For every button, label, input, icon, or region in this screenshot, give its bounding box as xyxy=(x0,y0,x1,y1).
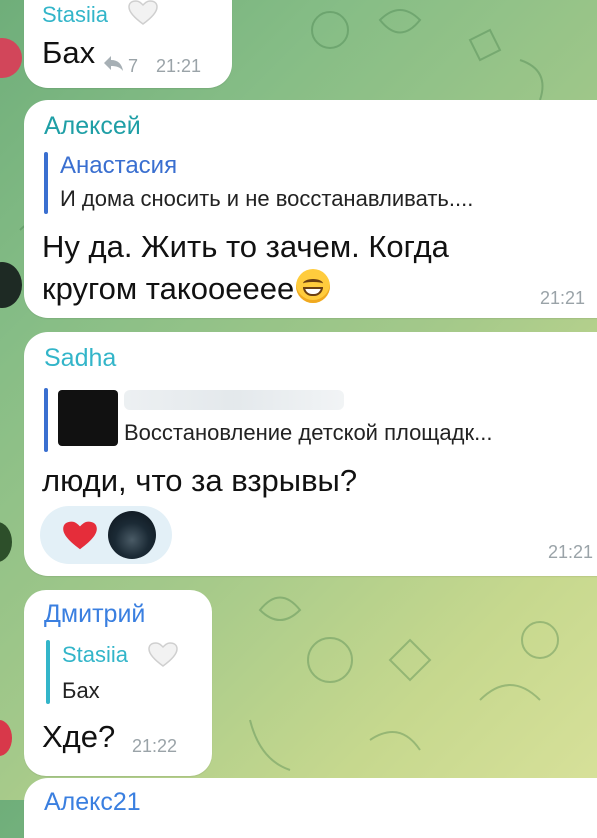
white-heart-icon xyxy=(128,0,158,25)
reply-bar xyxy=(44,388,48,452)
reply-name-blurred xyxy=(124,390,344,410)
message-bubble[interactable]: Алекс21 xyxy=(24,778,597,838)
reply-thumbnail[interactable] xyxy=(58,390,118,446)
reply-text[interactable]: Бах xyxy=(62,678,100,704)
sender-name[interactable]: Дмитрий xyxy=(44,600,145,629)
heart-emoji[interactable] xyxy=(62,520,98,552)
forward-count: 7 xyxy=(128,56,139,76)
message-text: Хде? xyxy=(42,719,116,754)
reply-bar xyxy=(46,640,50,704)
message-bubble[interactable]: Stasiia Бах 7 21:21 xyxy=(24,0,232,88)
reply-text[interactable]: И дома сносить и не восстанавливать.... xyxy=(60,186,473,212)
reply-author[interactable]: Stasiia xyxy=(62,642,128,668)
sender-name[interactable]: Sadha xyxy=(44,344,116,373)
message-text: люди, что за взрывы? xyxy=(42,463,358,498)
message-time: 21:21 xyxy=(156,56,202,76)
message-time: 21:22 xyxy=(132,736,178,756)
sender-name[interactable]: Алекс21 xyxy=(44,788,141,817)
forward-icon xyxy=(104,56,123,71)
message-time: 21:21 xyxy=(548,542,594,562)
grinning-face-emoji xyxy=(296,269,331,303)
message-bubble[interactable]: Алексей Анастасия И дома сносить и не во… xyxy=(24,100,597,318)
reply-author[interactable]: Анастасия xyxy=(60,152,177,180)
message-time: 21:21 xyxy=(540,288,586,308)
message-text-line: кругом такооееее xyxy=(42,268,331,310)
white-heart-icon xyxy=(148,642,178,667)
reactions-bar[interactable] xyxy=(40,506,172,564)
reply-text[interactable]: Восстановление детской площадк... xyxy=(124,420,492,446)
reaction-user-avatar[interactable] xyxy=(108,511,156,559)
message-bubble[interactable]: Sadha Восстановление детской площадк... … xyxy=(24,332,597,576)
message-text: Бах xyxy=(42,35,96,70)
message-text-line: Ну да. Жить то зачем. Когда xyxy=(42,229,449,264)
sender-name[interactable]: Алексей xyxy=(44,112,141,141)
reply-bar xyxy=(44,152,48,214)
sender-name[interactable]: Stasiia xyxy=(42,2,108,28)
message-text: кругом такооееее xyxy=(42,271,295,306)
message-bubble[interactable]: Дмитрий Stasiia Бах Хде? 21:22 xyxy=(24,590,212,776)
